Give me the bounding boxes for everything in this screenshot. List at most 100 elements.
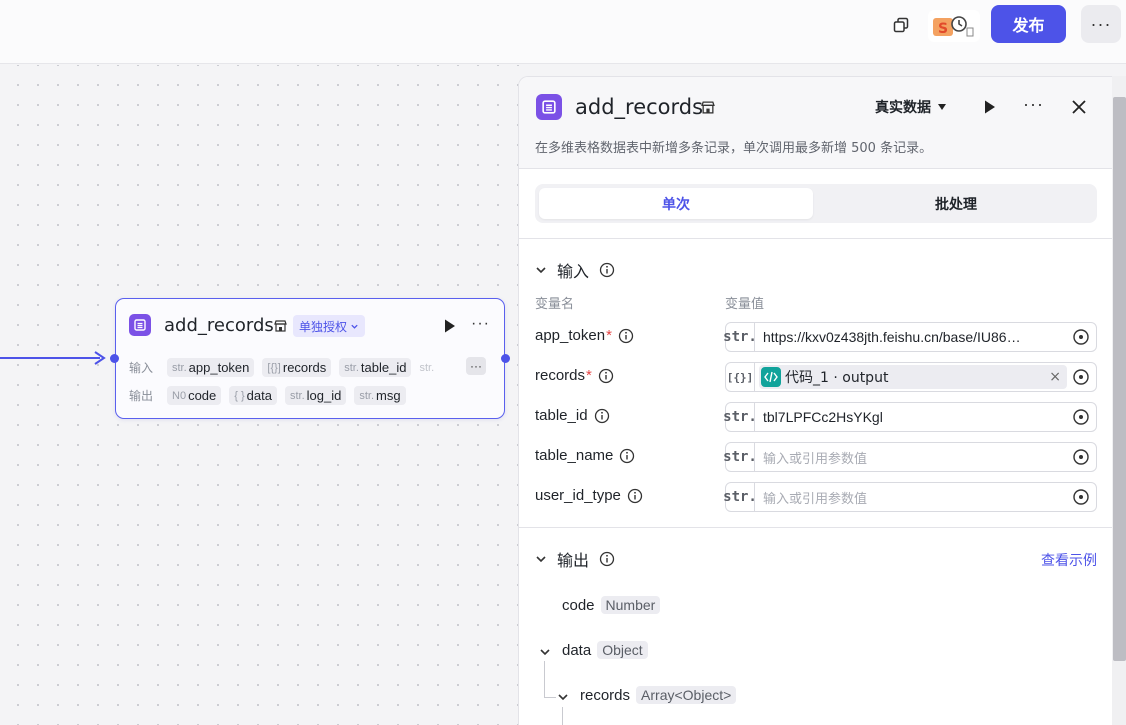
node-title: add_records <box>164 315 274 336</box>
data-mode-dropdown[interactable]: 真实数据 <box>875 97 947 117</box>
data-mode-label: 真实数据 <box>875 100 931 116</box>
node-input-port[interactable] <box>110 354 119 363</box>
type-tag: Number <box>600 596 661 614</box>
history-icon[interactable]: S <box>928 10 980 42</box>
auth-dropdown[interactable]: 单独授权 <box>293 315 366 337</box>
svg-text:S: S <box>938 21 948 37</box>
copy-icon[interactable] <box>890 14 912 36</box>
top-toolbar: S 发布 ··· <box>0 0 1126 64</box>
records-field[interactable]: [{}] 代码_1 · output × <box>725 362 1097 392</box>
node-output-chip: N0 code <box>167 386 222 405</box>
code-icon <box>761 367 781 387</box>
info-icon[interactable] <box>594 408 610 424</box>
type-badge[interactable]: [{}] <box>726 363 755 391</box>
close-icon[interactable] <box>1071 99 1087 115</box>
type-badge[interactable]: str. <box>723 483 757 511</box>
play-icon[interactable] <box>443 318 457 334</box>
tree-connector <box>562 707 563 725</box>
field-label-user-id-type: user_id_type <box>535 487 643 504</box>
variable-ref-icon[interactable] <box>1071 367 1091 387</box>
info-icon[interactable] <box>618 328 634 344</box>
variable-ref-icon[interactable] <box>1071 447 1091 467</box>
chevron-down-icon[interactable] <box>535 264 547 276</box>
node-output-chip: { } data <box>229 386 277 405</box>
connection-edge <box>0 357 100 359</box>
table-id-input[interactable]: tbl7LPFCc2HsYKgl <box>755 409 1071 425</box>
auth-label: 单独授权 <box>299 319 348 334</box>
field-label-table-id: table_id <box>535 407 610 424</box>
caret-down-icon <box>938 104 946 110</box>
node-input-chip: [{}] records <box>262 358 332 377</box>
required-marker: * <box>606 327 612 344</box>
field-label-records: records * <box>535 367 614 384</box>
play-icon[interactable] <box>983 99 997 115</box>
type-tag: Object <box>597 641 648 659</box>
node-inputs-more-icon[interactable]: ··· <box>466 357 486 375</box>
info-icon[interactable] <box>599 262 615 278</box>
variable-reference-chip[interactable]: 代码_1 · output × <box>759 365 1067 389</box>
type-badge[interactable]: str. <box>723 323 757 351</box>
user-id-type-field[interactable]: str. 输入或引用参数值 <box>723 482 1097 512</box>
reference-label: 代码_1 · output <box>785 370 889 386</box>
output-section-header[interactable]: 输出 <box>535 547 615 571</box>
view-example-link[interactable]: 查看示例 <box>1041 550 1097 570</box>
node-output-label: 输出 <box>129 389 154 403</box>
table-id-field[interactable]: str. tbl7LPFCc2HsYKgl <box>723 402 1097 432</box>
chevron-down-icon[interactable] <box>557 691 569 703</box>
type-badge[interactable]: str. <box>723 443 757 471</box>
workflow-node-add-records[interactable]: add_records 单独授权 ··· 输入 str. app_token [{… <box>115 298 505 419</box>
tab-single[interactable]: 单次 <box>539 188 813 219</box>
panel-description: 在多维表格数据表中新增多条记录，单次调用最多新增 500 条记录。 <box>535 141 933 156</box>
table-icon <box>129 314 151 336</box>
variable-ref-icon[interactable] <box>1071 407 1091 427</box>
panel-header: add_records 真实数据 ··· 在多维表格数据表中新增多条记录，单次调… <box>519 77 1112 169</box>
chevron-down-icon <box>351 324 358 329</box>
divider <box>519 238 1112 239</box>
table-name-input[interactable]: 输入或引用参数值 <box>755 448 1071 467</box>
node-output-port[interactable] <box>501 354 510 363</box>
info-icon[interactable] <box>627 488 643 504</box>
remove-icon[interactable]: × <box>1049 369 1061 385</box>
node-output-chip: str. log_id <box>284 386 347 405</box>
scrollbar-thumb[interactable] <box>1113 97 1126 661</box>
type-badge[interactable]: str. <box>723 403 757 431</box>
publish-button[interactable]: 发布 <box>991 5 1066 43</box>
node-settings-panel: add_records 真实数据 ··· 在多维表格数据表中新增多条记录，单次调… <box>518 76 1112 725</box>
variable-ref-icon[interactable] <box>1071 327 1091 347</box>
divider <box>519 527 1112 528</box>
chevron-down-icon[interactable] <box>535 553 547 565</box>
node-output-chip: str. msg <box>354 386 406 405</box>
panel-title: add_records <box>575 95 704 119</box>
table-name-field[interactable]: str. 输入或引用参数值 <box>723 442 1097 472</box>
node-input-chip: str.tab <box>419 361 435 374</box>
input-section-title: 输入 <box>557 262 590 281</box>
output-name: records <box>580 686 631 704</box>
chevron-down-icon[interactable] <box>539 646 551 658</box>
field-label-table-name: table_name <box>535 447 635 464</box>
output-section-title: 输出 <box>557 551 590 570</box>
store-icon <box>274 320 287 332</box>
info-icon[interactable] <box>619 448 635 464</box>
tree-connector <box>544 697 556 698</box>
info-icon[interactable] <box>598 368 614 384</box>
output-item-records[interactable]: records Array<Object> <box>580 686 737 704</box>
input-section-header[interactable]: 输入 <box>535 258 615 282</box>
info-icon[interactable] <box>599 551 615 567</box>
app-token-input[interactable]: https://kxv0z438jth.feishu.cn/base/IU86… <box>755 329 1071 345</box>
node-input-row: 输入 str. app_token [{}] records str. table_i… <box>129 358 435 377</box>
tab-batch[interactable]: 批处理 <box>819 188 1093 219</box>
app-token-field[interactable]: str. https://kxv0z438jth.feishu.cn/base/… <box>723 322 1097 352</box>
more-icon[interactable]: ··· <box>1081 5 1121 43</box>
node-output-row: 输出 N0 code { } data str. log_id str. msg <box>129 386 406 405</box>
user-id-type-input[interactable]: 输入或引用参数值 <box>755 488 1071 507</box>
output-item-code: code Number <box>562 596 661 614</box>
output-name: code <box>562 596 595 614</box>
column-header-name: 变量名 <box>535 297 575 312</box>
node-more-icon[interactable]: ··· <box>471 315 490 333</box>
output-item-data[interactable]: data Object <box>562 641 648 659</box>
node-input-label: 输入 <box>129 361 154 375</box>
panel-more-icon[interactable]: ··· <box>1023 94 1044 115</box>
node-input-chip: str. table_id <box>339 358 412 377</box>
variable-ref-icon[interactable] <box>1071 487 1091 507</box>
required-marker: * <box>586 367 592 384</box>
